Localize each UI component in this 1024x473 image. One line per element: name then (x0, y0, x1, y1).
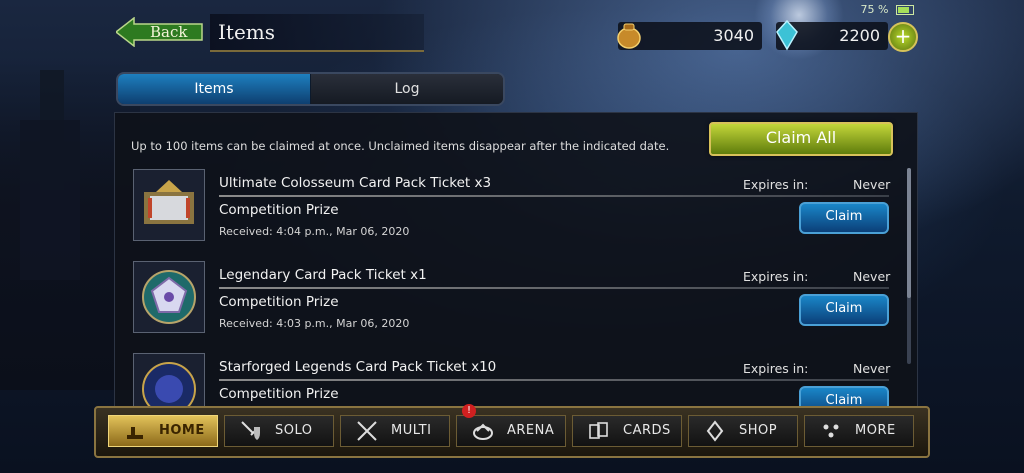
list-scrollbar[interactable] (907, 168, 911, 364)
crossed-swords-icon (357, 421, 377, 441)
item-name: Ultimate Colosseum Card Pack Ticket x3 (219, 175, 492, 191)
battery-percent: 75 % (860, 3, 889, 16)
expires-value: Never (853, 361, 891, 376)
tab-log[interactable]: Log (311, 74, 503, 104)
nav-label: ARENA (507, 423, 555, 438)
divider (219, 195, 889, 197)
claim-all-button[interactable]: Claim All (709, 122, 893, 156)
item-name: Legendary Card Pack Ticket x1 (219, 267, 427, 283)
crystal-counter: 2200 (776, 19, 888, 51)
divider (219, 287, 889, 289)
more-icon (823, 424, 839, 438)
crystal-value: 2200 (839, 26, 880, 45)
list-item: Legendary Card Pack Ticket x1 Expires in… (133, 261, 893, 351)
item-name: Starforged Legends Card Pack Ticket x10 (219, 359, 497, 375)
home-icon (127, 427, 143, 439)
tab-bar: Items Log (116, 72, 505, 106)
nav-multi[interactable]: MULTI (340, 415, 450, 447)
back-label: Back (150, 23, 188, 41)
gold-pouch-icon (617, 23, 641, 49)
nav-label: SOLO (275, 423, 313, 438)
expires-value: Never (853, 269, 891, 284)
arena-alert-badge: ! (462, 404, 476, 418)
cards-icon (589, 422, 608, 439)
nav-label: SHOP (739, 423, 778, 438)
legendary-pack-icon (133, 261, 205, 333)
arena-icon (473, 423, 493, 440)
nav-cards[interactable]: CARDS (572, 415, 682, 447)
expires-label: Expires in: (743, 177, 809, 192)
add-crystals-button[interactable]: + (888, 22, 918, 52)
nav-arena[interactable]: ARENA (456, 415, 566, 447)
gold-counter: 3040 (617, 22, 762, 50)
expires-label: Expires in: (743, 269, 809, 284)
nav-label: MORE (855, 423, 896, 438)
item-source: Competition Prize (219, 202, 339, 218)
item-received: Received: 4:03 p.m., Mar 06, 2020 (219, 317, 410, 330)
claim-button[interactable]: Claim (799, 202, 889, 234)
sword-shield-icon (241, 421, 260, 440)
nav-home[interactable]: HOME (108, 415, 218, 447)
expires-label: Expires in: (743, 361, 809, 376)
scrollbar-thumb[interactable] (907, 168, 911, 298)
items-list[interactable]: Ultimate Colosseum Card Pack Ticket x3 E… (133, 169, 893, 409)
divider (219, 379, 889, 381)
items-panel: Up to 100 items can be claimed at once. … (114, 112, 918, 410)
battery-indicator: 75 % (861, 3, 914, 16)
crystal-icon (776, 19, 798, 51)
page-title-bar: Items (210, 14, 424, 52)
nav-label: CARDS (623, 423, 671, 438)
starforged-pack-icon (133, 353, 205, 409)
nav-label: MULTI (391, 423, 432, 438)
page-title: Items (218, 20, 276, 44)
list-item: Ultimate Colosseum Card Pack Ticket x3 E… (133, 169, 893, 259)
list-item: Starforged Legends Card Pack Ticket x10 … (133, 353, 893, 409)
expires-value: Never (853, 177, 891, 192)
claim-button[interactable]: Claim (799, 294, 889, 326)
claim-notice: Up to 100 items can be claimed at once. … (131, 139, 670, 153)
battery-icon (896, 5, 914, 15)
item-source: Competition Prize (219, 386, 339, 402)
gold-value: 3040 (713, 26, 754, 45)
tab-items[interactable]: Items (118, 74, 311, 104)
colosseum-ticket-icon (133, 169, 205, 241)
back-button[interactable]: Back (116, 17, 204, 47)
bottom-nav: HOME SOLO MULTI ARENA CARDS SHOP MORE (94, 406, 930, 458)
item-source: Competition Prize (219, 294, 339, 310)
nav-solo[interactable]: SOLO (224, 415, 334, 447)
nav-label: HOME (159, 423, 205, 438)
item-received: Received: 4:04 p.m., Mar 06, 2020 (219, 225, 410, 238)
plus-icon: + (894, 24, 912, 48)
nav-shop[interactable]: SHOP (688, 415, 798, 447)
nav-more[interactable]: MORE (804, 415, 914, 447)
shop-icon (706, 420, 724, 442)
